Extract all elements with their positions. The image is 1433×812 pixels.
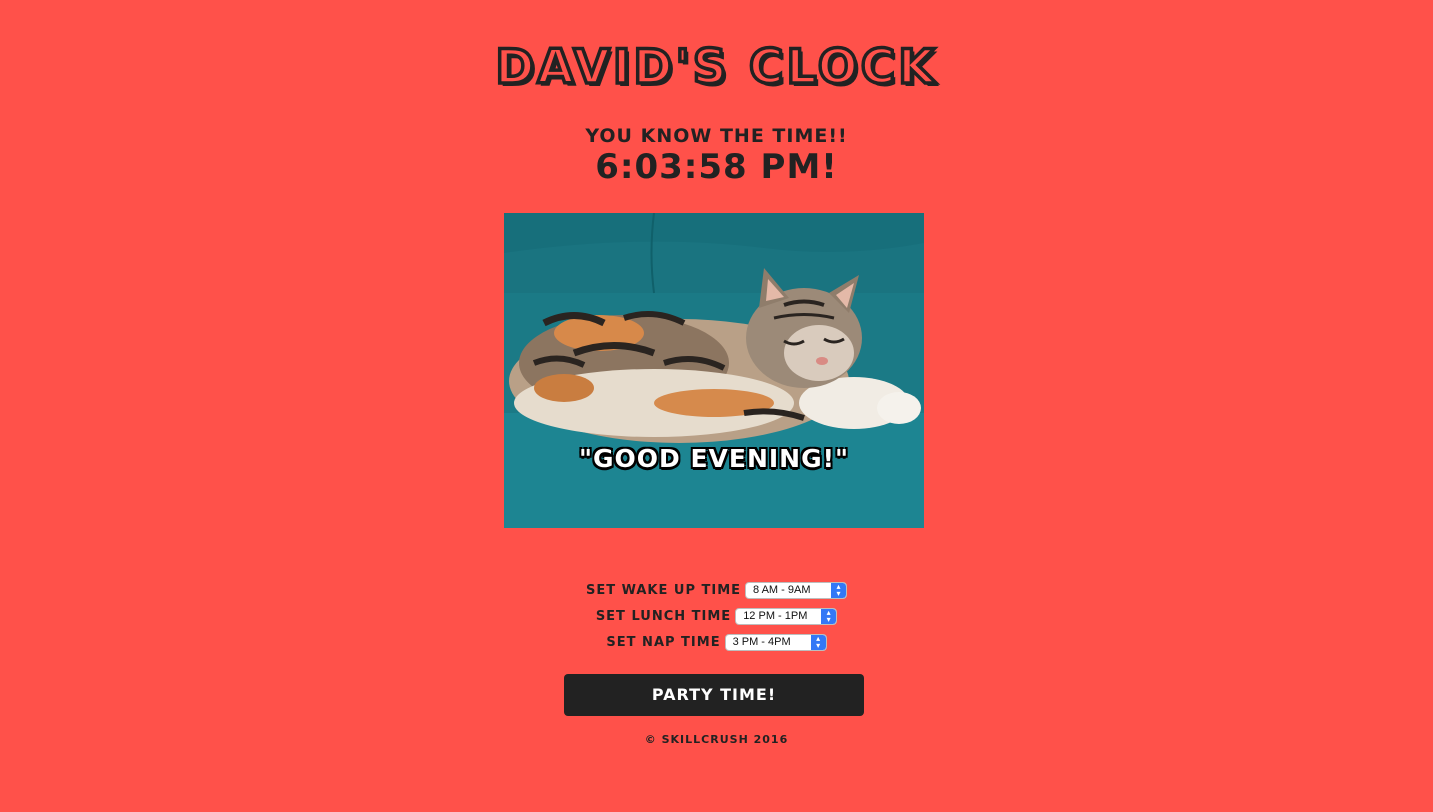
page: David's Clock You know the time!! 6:03:5…	[0, 0, 1433, 812]
lunch-label: Set Lunch Time	[595, 608, 732, 624]
lunch-selected-value: 12 PM - 1PM	[743, 609, 808, 622]
select-chevron-icon: ▴ ▾	[821, 608, 837, 624]
photo-caption: "GOOD EVENING!"	[578, 444, 850, 473]
wake-up-time-select[interactable]: 8 AM - 9AM ▴ ▾	[745, 581, 848, 599]
cat-illustration	[504, 213, 924, 528]
footer-copyright: © Skillcrush 2016	[644, 733, 789, 746]
party-time-button[interactable]: Party Time!	[564, 674, 864, 716]
wake-up-row: Set Wake Up Time 8 AM - 9AM ▴ ▾	[0, 579, 1433, 601]
tagline: You know the time!!	[585, 125, 848, 147]
wake-up-selected-value: 8 AM - 9AM	[753, 583, 811, 596]
select-chevron-icon: ▴ ▾	[810, 634, 826, 650]
select-chevron-icon: ▴ ▾	[831, 582, 847, 598]
nap-selected-value: 3 PM - 4PM	[732, 635, 791, 648]
clock-display: 6:03:58 PM!	[595, 147, 838, 187]
nap-time-select[interactable]: 3 PM - 4PM ▴ ▾	[724, 633, 827, 651]
lunch-time-select[interactable]: 12 PM - 1PM ▴ ▾	[735, 607, 838, 625]
cat-photo: "GOOD EVENING!"	[504, 213, 924, 528]
lunch-row: Set Lunch Time 12 PM - 1PM ▴ ▾	[0, 605, 1433, 627]
nap-row: Set Nap Time 3 PM - 4PM ▴ ▾	[0, 631, 1433, 653]
wake-up-label: Set Wake Up Time	[585, 582, 742, 598]
page-title: David's Clock	[494, 38, 938, 97]
nap-label: Set Nap Time	[606, 634, 721, 650]
